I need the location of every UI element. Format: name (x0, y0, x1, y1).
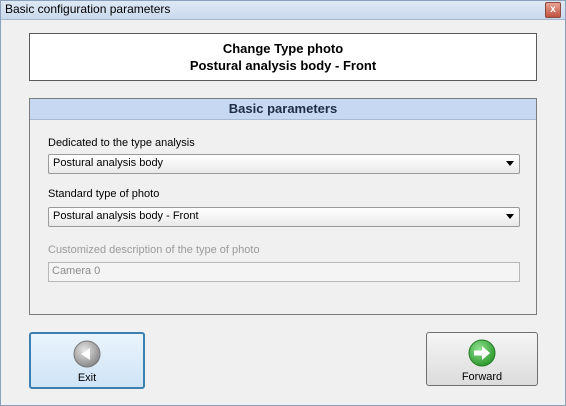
analysis-type-value: Postural analysis body (53, 157, 164, 169)
back-arrow-icon (72, 339, 102, 369)
custom-description-value: Camera 0 (52, 265, 101, 277)
exit-button[interactable]: Exit (29, 332, 145, 389)
photo-type-value: Postural analysis body - Front (53, 210, 199, 222)
dialog-window: Basic configuration parameters x Change … (0, 0, 566, 406)
custom-description-field[interactable]: Camera 0 (48, 262, 520, 282)
close-icon: x (550, 4, 556, 15)
header-title: Change Type photo (222, 41, 344, 56)
forward-arrow-icon (467, 338, 497, 368)
forward-button[interactable]: Forward (426, 332, 538, 386)
chevron-down-icon (506, 214, 514, 219)
analysis-type-label: Dedicated to the type analysis (48, 137, 195, 149)
window-title: Basic configuration parameters (5, 2, 171, 16)
header-panel: Change Type photo Postural analysis body… (29, 33, 537, 81)
photo-type-dropdown[interactable]: Postural analysis body - Front (48, 207, 520, 227)
photo-type-label: Standard type of photo (48, 188, 160, 200)
title-bar[interactable]: Basic configuration parameters x (1, 1, 565, 20)
header-subtitle: Postural analysis body - Front (189, 58, 377, 73)
basic-parameters-group: Basic parameters Dedicated to the type a… (29, 98, 537, 315)
dialog-client-area: Change Type photo Postural analysis body… (8, 21, 558, 401)
forward-button-label: Forward (461, 371, 503, 383)
exit-button-label: Exit (77, 372, 97, 384)
analysis-type-dropdown[interactable]: Postural analysis body (48, 154, 520, 174)
close-button[interactable]: x (545, 2, 561, 18)
group-title: Basic parameters (30, 99, 536, 120)
chevron-down-icon (506, 161, 514, 166)
custom-description-label: Customized description of the type of ph… (48, 244, 260, 256)
